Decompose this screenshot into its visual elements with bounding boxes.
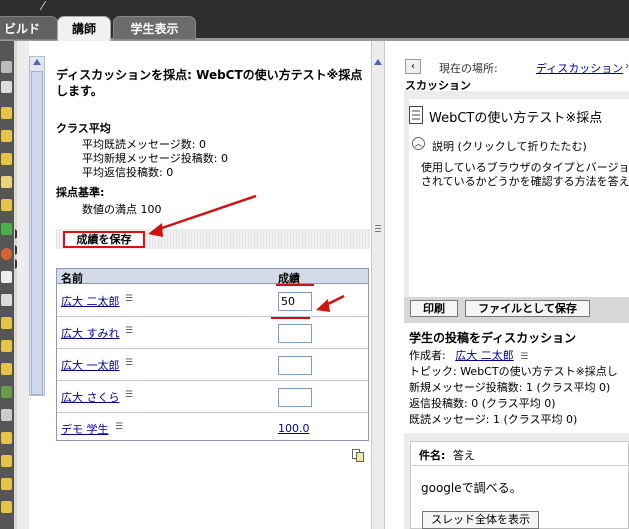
print-button[interactable]: 印刷 (410, 300, 458, 317)
scroll-up-icon[interactable] (374, 59, 382, 65)
annotation-arrowhead (316, 299, 330, 312)
view-thread-button[interactable]: スレッド全体を表示 (422, 511, 539, 529)
divider (411, 465, 629, 466)
subject-row: 件名: 答え (419, 447, 475, 463)
menu-icon[interactable]: ☰ (520, 352, 528, 362)
breadcrumb: ‹ 現在の場所: ディスカッション › デ (405, 59, 629, 75)
annotation-arrow (155, 194, 257, 232)
subject-value: 答え (452, 449, 475, 462)
topic-title: WebCTの使い方テスト※採点 (429, 111, 603, 126)
topic-block: WebCTの使い方テスト※採点 ︿ 説明 (クリックして折りたたむ) (409, 99, 629, 304)
pane-splitter[interactable] (371, 41, 385, 529)
read-line: 既読メッセージ: 1 (クラス平均 0) (409, 413, 578, 426)
collapse-icon[interactable]: ︿ (412, 137, 425, 150)
topic-line: トピック: WebCTの使い方テスト※採点し (409, 365, 618, 378)
message-box: 件名: 答え googleで調べる。 スレッド全体を表示 (410, 441, 629, 529)
description-text: 使用しているブラウザのタイプとバージョン されているかどうかを確認する方法を答え (421, 161, 629, 189)
replies-line: 返信投稿数: 0 (クラス平均 0) (409, 397, 556, 410)
splitter-grip (375, 228, 381, 229)
description-label[interactable]: 説明 (クリックして折りたたむ) (432, 138, 587, 154)
new-posts-line: 新規メッセージ投稿数: 1 (クラス平均 0) (409, 381, 611, 394)
author-link[interactable]: 広大 二太郎 (455, 349, 514, 362)
splitter-grip (375, 225, 381, 226)
annotation-arrowhead (148, 223, 163, 237)
post-title: 学生の投稿をディスカッション (409, 331, 577, 345)
author-label: 作成者: (409, 349, 446, 362)
message-body: googleで調べる。 (421, 481, 522, 495)
location-label: 現在の場所: (439, 62, 498, 75)
discussion-pane: ‹ 現在の場所: ディスカッション › デ スカッション WebCTの使い方テス… (385, 41, 629, 529)
back-button[interactable]: ‹ (405, 59, 421, 74)
author-row: 作成者: 広大 二太郎 ☰ (409, 347, 528, 363)
breadcrumb-link[interactable]: ディスカッション (536, 60, 623, 76)
save-as-file-button[interactable]: ファイルとして保存 (465, 300, 590, 317)
description-line: 使用しているブラウザのタイプとバージョン (421, 161, 629, 174)
breadcrumb-separator: › (625, 59, 629, 72)
subject-label: 件名: (419, 449, 446, 462)
splitter-grip (375, 231, 381, 232)
description-line: されているかどうかを確認する方法を答え (421, 175, 629, 188)
document-icon (409, 106, 423, 124)
